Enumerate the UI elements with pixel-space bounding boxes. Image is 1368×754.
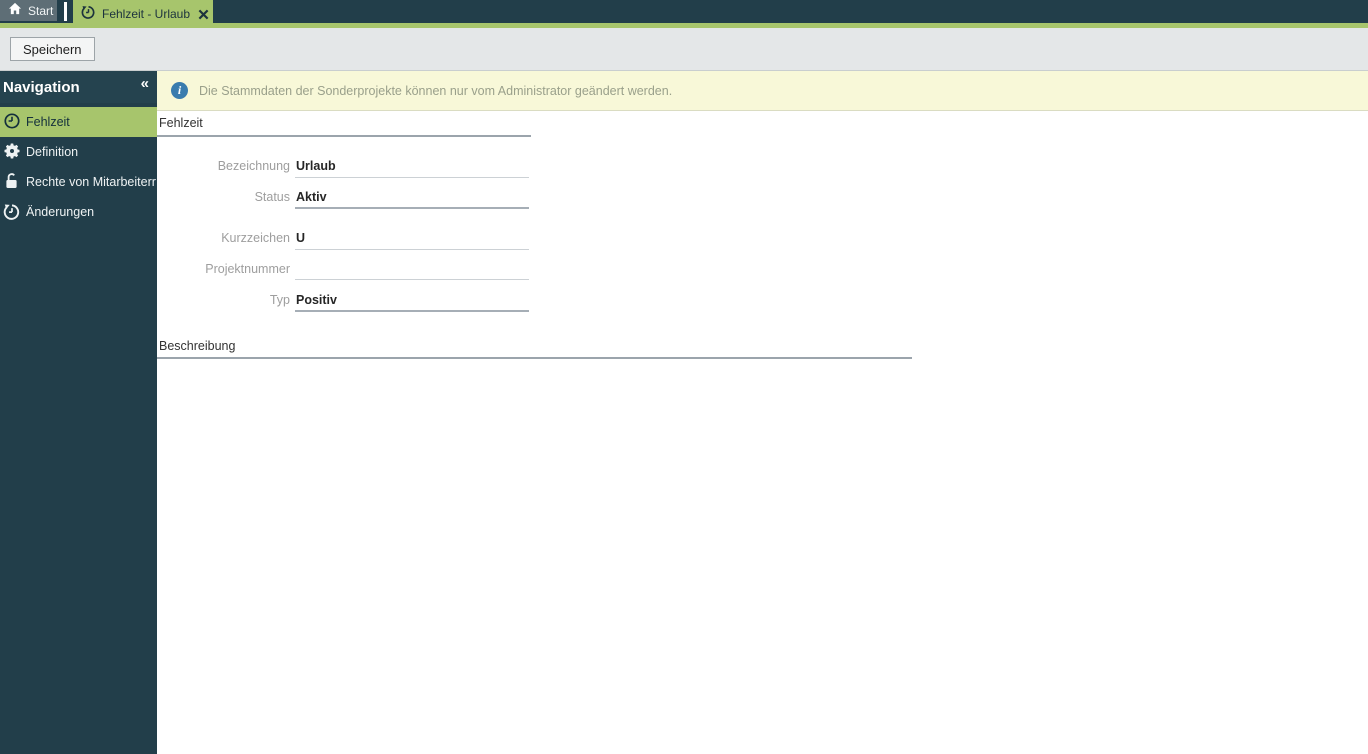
field-underline [295,279,529,280]
field-value-typ[interactable]: Positiv [296,293,529,307]
field-label-kurzzeichen: Kurzzeichen [221,231,290,245]
sidebar-header: Navigation « [0,71,157,103]
sidebar-item-aenderungen[interactable]: Änderungen [0,197,157,227]
tab-active-label: Fehlzeit - Urlaub [102,7,191,21]
sidebar-item-label: Definition [26,145,79,159]
section-divider [157,135,531,137]
collapse-sidebar-icon[interactable]: « [141,75,149,92]
field-label-bezeichnung: Bezeichnung [217,159,290,173]
field-label-projektnummer: Projektnummer [205,262,290,276]
sidebar-item-fehlzeit[interactable]: Fehlzeit [0,107,157,137]
field-value-kurzzeichen[interactable]: U [296,231,529,245]
section-divider [157,357,912,359]
save-button[interactable]: Speichern [10,37,95,61]
lock-open-icon [3,172,21,193]
sidebar-item-label: Fehlzeit [26,115,70,129]
field-label-typ: Typ [269,293,290,307]
sidebar-title: Navigation [3,78,80,96]
info-icon: i [171,82,188,99]
info-banner: i Die Stammdaten der Sonderprojekte könn… [157,71,1368,111]
tab-bar: Start Fehlzeit - Urlaub [0,0,1368,28]
field-underline [295,207,529,209]
sidebar-item-label: Rechte von Mitarbeiterr [26,175,156,189]
field-label-status: Status [254,190,290,204]
clock-icon [3,112,21,133]
tab-separator [64,2,67,21]
sidebar-item-definition[interactable]: Definition [0,137,157,167]
section-title-beschreibung: Beschreibung [159,339,236,353]
app-window: Start Fehlzeit - Urlaub Speichern Naviga… [0,0,1368,754]
field-underline [295,177,529,178]
tab-start-label: Start [28,3,54,18]
home-icon [8,2,22,20]
field-value-bezeichnung[interactable]: Urlaub [296,159,529,173]
field-value-status[interactable]: Aktiv [296,190,529,204]
main-content: i Die Stammdaten der Sonderprojekte könn… [157,71,1368,754]
sidebar-item-label: Änderungen [26,205,95,219]
history-icon [3,202,21,223]
section-title-fehlzeit: Fehlzeit [159,116,203,130]
tab-fehlzeit-urlaub[interactable]: Fehlzeit - Urlaub [73,0,213,28]
info-banner-text: Die Stammdaten der Sonderprojekte können… [199,83,673,98]
field-underline [295,249,529,250]
gear-icon [3,142,21,163]
toolbar: Speichern [0,28,1368,71]
tab-start[interactable]: Start [0,0,57,21]
history-icon [81,4,96,24]
field-underline [295,310,529,312]
navigation-sidebar: Navigation « Fehlzeit Definition Rechte … [0,71,157,754]
sidebar-item-rechte-von-mitarbeitern[interactable]: Rechte von Mitarbeiterr [0,167,157,197]
close-icon[interactable] [198,7,209,21]
